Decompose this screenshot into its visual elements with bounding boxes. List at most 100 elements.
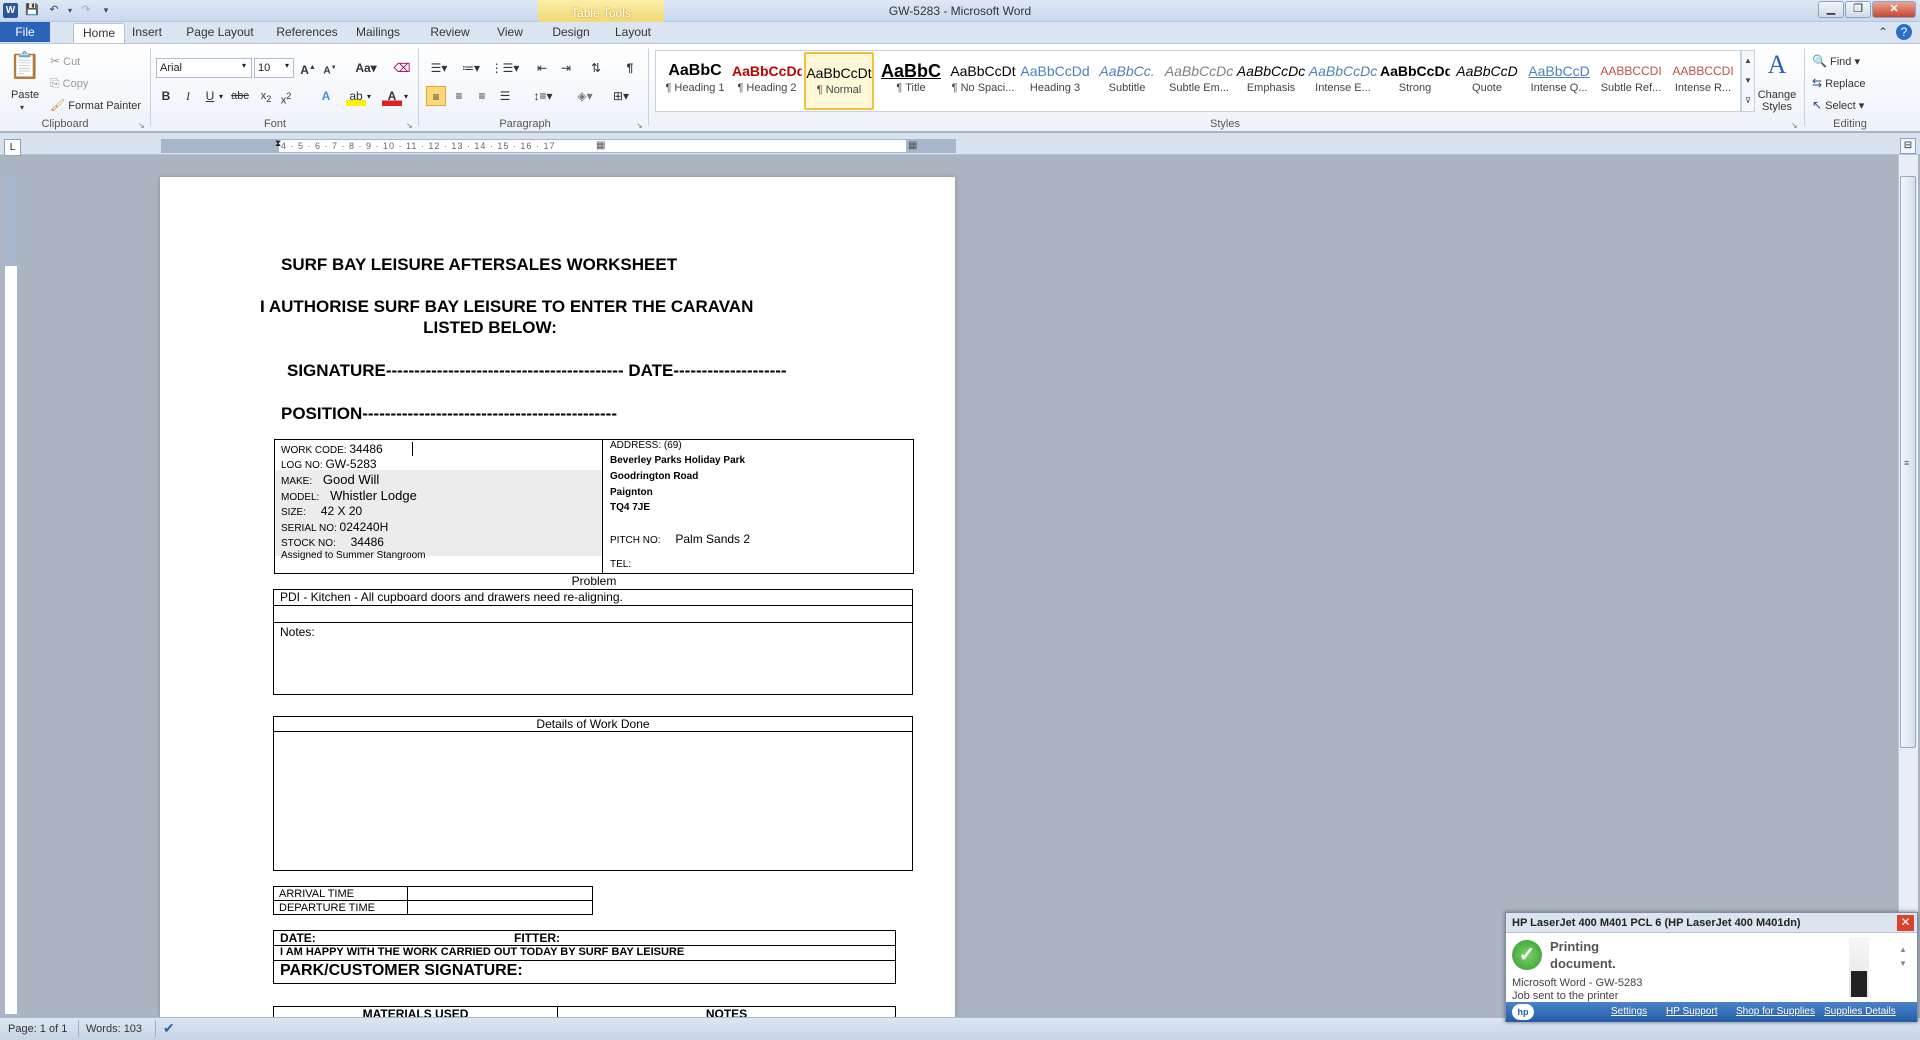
line-spacing-icon[interactable]: ↕≡▾ (528, 86, 558, 106)
sort-icon[interactable]: ⇅ (586, 58, 606, 78)
tab-selector[interactable]: L (4, 139, 21, 156)
page-count[interactable]: Page: 1 of 1 (8, 1023, 67, 1035)
close-button[interactable]: ✕ (1872, 1, 1916, 18)
word-count[interactable]: Words: 103 (86, 1023, 142, 1035)
redo-icon[interactable]: ↷ (78, 3, 94, 18)
shading-icon[interactable]: ◈▾ (570, 86, 600, 106)
style-subtle-em[interactable]: AaBbCcDc Subtle Em... (1164, 52, 1234, 110)
text-effects-icon[interactable]: A (316, 86, 336, 106)
view-ruler-toggle-icon[interactable]: ⊟ (1900, 138, 1916, 154)
underline-button[interactable]: U (200, 86, 220, 106)
decrease-indent-icon[interactable]: ⇤ (532, 58, 552, 78)
shop-supplies-link[interactable]: Shop for Supplies (1736, 1002, 1815, 1022)
tab-insert[interactable]: Insert (126, 23, 168, 43)
highlight-dropdown-icon[interactable]: ▾ (367, 92, 371, 101)
arrival-time-cell[interactable] (407, 886, 593, 901)
font-color-icon[interactable]: A (382, 86, 402, 106)
borders-icon[interactable]: ⊞▾ (606, 86, 636, 106)
underline-dropdown-icon[interactable]: ▾ (219, 92, 223, 101)
align-right-button[interactable]: ≡ (472, 86, 492, 106)
tab-design[interactable]: Design (548, 23, 594, 43)
tab-layout[interactable]: Layout (610, 23, 656, 43)
style-emphasis[interactable]: AaBbCcDc Emphasis (1236, 52, 1306, 110)
italic-button[interactable]: I (178, 86, 198, 106)
style-heading-1[interactable]: AaBbC ¶ Heading 1 (660, 52, 730, 110)
tab-page-layout[interactable]: Page Layout (180, 23, 260, 43)
font-size-dropdown-icon[interactable]: ▾ (285, 61, 289, 70)
undo-dropdown-icon[interactable]: ▾ (62, 3, 78, 18)
tab-file[interactable]: File (0, 22, 50, 42)
numbering-icon[interactable]: ≔▾ (458, 58, 484, 78)
show-hide-formatting-icon[interactable]: ¶ (620, 58, 640, 78)
close-icon[interactable]: ✕ (1897, 915, 1914, 931)
format-painter-button[interactable]: 🖌 Format Painter (50, 98, 141, 112)
strikethrough-button[interactable]: abc (230, 86, 250, 106)
style-strong[interactable]: AaBbCcDd Strong (1380, 52, 1450, 110)
supplies-details-link[interactable]: Supplies Details (1824, 1002, 1896, 1022)
cut-button[interactable]: ✂ Cut (50, 54, 80, 68)
hp-support-link[interactable]: HP Support (1666, 1002, 1718, 1022)
style-heading-2[interactable]: AaBbCcDd ¶ Heading 2 (732, 52, 802, 110)
style-title[interactable]: AaBbC ¶ Title (876, 52, 946, 110)
align-left-button[interactable]: ≡ (426, 86, 446, 106)
proofing-icon[interactable]: ✔ (163, 1020, 175, 1037)
increase-indent-icon[interactable]: ⇥ (556, 58, 576, 78)
printer-settings-link[interactable]: Settings (1611, 1002, 1647, 1022)
font-name-dropdown-icon[interactable]: ▾ (242, 61, 246, 70)
help-icon[interactable]: ? (1896, 24, 1912, 40)
tab-home[interactable]: Home (73, 23, 125, 43)
style-no-spaci[interactable]: AaBbCcDt ¶ No Spaci... (948, 52, 1018, 110)
table-column-marker-icon[interactable]: ▦ (596, 140, 605, 151)
minimize-ribbon-icon[interactable]: ⌃ (1873, 22, 1893, 42)
copy-button[interactable]: ⎘ Copy (50, 76, 88, 91)
styles-launcher-icon[interactable]: ↘ (1791, 121, 1798, 130)
shrink-font-icon[interactable]: A▼ (320, 58, 340, 78)
save-icon[interactable]: 💾 (24, 3, 40, 18)
superscript-button[interactable]: x2 (276, 86, 296, 107)
bold-button[interactable]: B (156, 86, 176, 106)
font-launcher-icon[interactable]: ↘ (406, 121, 413, 130)
word-app-icon[interactable]: W (3, 3, 18, 18)
grow-font-icon[interactable]: A▲ (298, 58, 318, 78)
style-intense-e[interactable]: AaBbCcDc Intense E... (1308, 52, 1378, 110)
clear-formatting-icon[interactable]: ⌫ (392, 58, 412, 78)
select-button[interactable]: ↖ Select ▾ (1812, 98, 1864, 112)
align-center-button[interactable]: ≡ (449, 86, 469, 106)
paste-button[interactable]: 📋 (8, 50, 42, 90)
bullets-icon[interactable]: ☰▾ (426, 58, 452, 78)
style-quote[interactable]: AaBbCcD Quote (1452, 52, 1522, 110)
subscript-button[interactable]: x2 (256, 86, 276, 106)
problem-box[interactable]: PDI - Kitchen - All cupboard doors and d… (273, 589, 913, 695)
font-name-box[interactable]: Arial (156, 58, 252, 78)
multilevel-list-icon[interactable]: ⋮☰▾ (490, 58, 520, 78)
notification-scroll-icon[interactable]: ▲ ▼ (1899, 943, 1907, 971)
style-subtle-ref[interactable]: AABBCCDI Subtle Ref... (1596, 52, 1666, 110)
work-done-box[interactable]: Details of Work Done (273, 716, 913, 871)
vertical-ruler[interactable] (4, 175, 18, 1015)
highlight-icon[interactable]: ab (346, 86, 366, 106)
table-column-marker-icon[interactable]: ▦ (908, 140, 917, 151)
font-color-dropdown-icon[interactable]: ▾ (404, 92, 408, 101)
styles-scroll[interactable]: ▲ ▼ ⊽ (1741, 50, 1755, 112)
paragraph-launcher-icon[interactable]: ↘ (636, 121, 643, 130)
change-case-icon[interactable]: Aa▾ (352, 58, 380, 78)
style-intense-r[interactable]: AABBCCDI Intense R... (1668, 52, 1738, 110)
find-button[interactable]: 🔍 Find ▾ (1812, 54, 1860, 68)
departure-time-cell[interactable] (407, 900, 593, 915)
indent-marker-icon[interactable]: ⧗ (275, 138, 281, 149)
document-page[interactable]: SURF BAY LEISURE AFTERSALES WORKSHEET I … (160, 177, 955, 1018)
caravan-details-cell[interactable]: WORK CODE: 34486 LOG NO: GW-5283 MAKE: G… (275, 440, 603, 573)
tab-mailings[interactable]: Mailings (350, 23, 406, 43)
customize-qat-icon[interactable]: ▾ (98, 3, 114, 18)
tab-view[interactable]: View (487, 23, 533, 43)
style-heading-3[interactable]: AaBbCcDd Heading 3 (1020, 52, 1090, 110)
address-cell[interactable]: ADDRESS: (69) Beverley Parks Holiday Par… (604, 440, 913, 573)
tab-references[interactable]: References (273, 23, 341, 43)
minimize-button[interactable]: ▁ (1818, 1, 1844, 18)
customer-signoff-box[interactable]: DATE: FITTER: I AM HAPPY WITH THE WORK C… (273, 930, 896, 984)
undo-icon[interactable]: ↶ (46, 3, 62, 18)
justify-button[interactable]: ☰ (495, 86, 515, 106)
style-normal[interactable]: AaBbCcDt ¶ Normal (804, 52, 874, 110)
paste-dropdown-icon[interactable]: ▾ (20, 103, 24, 112)
style-subtitle[interactable]: AaBbCc. Subtitle (1092, 52, 1162, 110)
